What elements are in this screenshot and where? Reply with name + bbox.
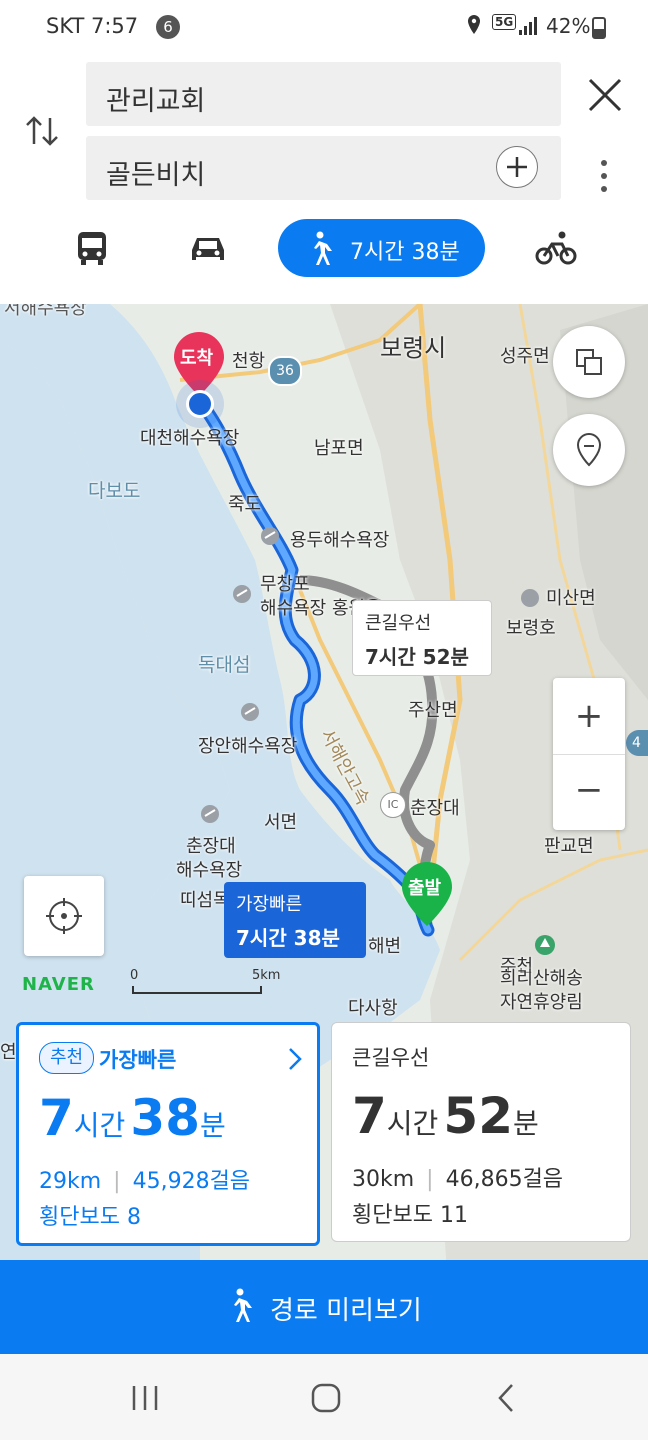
battery-percent: 42% xyxy=(546,14,591,38)
route-preview-label: 경로 미리보기 xyxy=(270,1296,422,1326)
route-duration: 7시간 38분 xyxy=(39,1089,226,1147)
map-label: 춘장대 xyxy=(410,798,460,819)
add-waypoint-button[interactable] xyxy=(496,146,538,188)
origin-text: 관리교회 xyxy=(106,86,206,117)
main-route-label[interactable]: 가장빠른 7시간 38분 xyxy=(224,882,366,958)
map-label: 대천해수욕장 xyxy=(140,428,240,449)
zoom-control: + − xyxy=(553,678,625,830)
close-icon[interactable] xyxy=(584,74,626,116)
map-pin-icon xyxy=(576,432,602,467)
my-location-button[interactable] xyxy=(24,876,104,956)
beach-icon xyxy=(521,589,539,607)
back-icon[interactable] xyxy=(496,1382,518,1414)
route-distance-steps: 30km | 46,865걸음 xyxy=(352,1167,564,1192)
car-mode-tab[interactable] xyxy=(188,230,228,270)
route-number-badge: 4 xyxy=(626,730,648,756)
chevron-right-icon xyxy=(289,1048,302,1070)
location-icon xyxy=(466,14,482,40)
route-card-title: 큰길우선 xyxy=(352,1046,430,1070)
car-icon xyxy=(192,238,224,260)
map-label: 독대섬 xyxy=(198,654,251,676)
crosshair-icon xyxy=(46,898,82,934)
beach-icon xyxy=(201,805,219,823)
current-location-dot xyxy=(186,390,214,418)
map-label: 남포면 xyxy=(314,438,364,459)
zoom-out-button[interactable]: − xyxy=(553,770,625,810)
map-label: 용두해수욕장 xyxy=(290,530,390,551)
signal-icon xyxy=(518,16,540,40)
map-label: 성주면 xyxy=(500,346,550,367)
transit-mode-tab[interactable] xyxy=(74,230,110,270)
route-card-title: 가장빠른 xyxy=(99,1048,177,1072)
map-label: 해변 xyxy=(368,936,402,957)
map-label: 보령시 xyxy=(380,334,447,362)
naver-logo: NAVER xyxy=(22,974,95,995)
destination-text: 골든비치 xyxy=(106,160,206,191)
map-label: 연 xyxy=(0,1042,17,1063)
map-label: 희리산해송 xyxy=(500,968,583,989)
alt-route-label[interactable]: 큰길우선 7시간 52분 xyxy=(352,600,492,676)
walking-person-icon xyxy=(234,1288,252,1322)
map-label: 해수욕장 xyxy=(176,860,243,881)
notification-count-badge: 6 xyxy=(156,15,180,39)
home-icon[interactable] xyxy=(310,1382,342,1414)
map-label: 장안해수욕장 xyxy=(198,736,298,757)
route-preview-button[interactable]: 경로 미리보기 xyxy=(0,1260,648,1354)
status-carrier-time: SKT 7:57 xyxy=(46,14,139,38)
map-label: 다사항 xyxy=(348,998,398,1019)
route-distance-steps: 29km | 45,928걸음 xyxy=(39,1169,251,1194)
recommended-badge: 추천 xyxy=(39,1042,95,1074)
map-label: 다보도 xyxy=(88,480,141,502)
map-label: 천항 xyxy=(232,351,266,372)
route-card-main-road[interactable]: 큰길우선 7시간 52분 30km | 46,865걸음 횡단보도 11 xyxy=(331,1022,631,1242)
beach-icon xyxy=(261,527,279,545)
bike-mode-tab[interactable] xyxy=(534,230,578,270)
recent-apps-icon[interactable] xyxy=(130,1384,160,1412)
bicycle-icon xyxy=(535,231,577,265)
layers-button[interactable] xyxy=(553,326,625,398)
origin-field[interactable]: 관리교회 xyxy=(86,62,561,126)
swap-icon[interactable] xyxy=(22,110,64,152)
map-label: 서면 xyxy=(264,812,298,833)
battery-icon xyxy=(592,17,606,39)
map-label: 자연휴양림 xyxy=(500,992,583,1013)
walk-time-label: 7시간 38분 xyxy=(350,240,460,265)
walk-mode-tab[interactable]: 7시간 38분 xyxy=(278,219,485,277)
park-icon xyxy=(535,935,555,955)
bus-icon xyxy=(78,232,106,265)
arrival-marker[interactable]: 도착 xyxy=(172,330,226,398)
route-crosswalks: 횡단보도 11 xyxy=(352,1203,468,1228)
map-label: 판교면 xyxy=(544,836,594,857)
route-duration: 7시간 52분 xyxy=(352,1087,539,1145)
walking-person-icon xyxy=(314,231,332,265)
departure-marker[interactable]: 출발 xyxy=(400,860,454,928)
beach-icon xyxy=(241,703,259,721)
route-crosswalks: 횡단보도 8 xyxy=(39,1205,141,1230)
destination-field[interactable]: 골든비치 xyxy=(86,136,561,200)
route-card-fastest[interactable]: 추천 가장빠른 7시간 38분 29km | 45,928걸음 횡단보도 8 xyxy=(16,1022,320,1246)
beach-icon xyxy=(233,585,251,603)
map-label: 죽도 xyxy=(228,494,262,515)
status-bar: SKT 7:57 6 5G 42% xyxy=(0,0,648,54)
map-label: 서해수욕장 xyxy=(4,304,87,319)
location-pin-button[interactable] xyxy=(553,414,625,486)
map-label: 춘장대 xyxy=(186,836,236,857)
route-number-badge: 36 xyxy=(268,356,302,386)
map-label: 보령호 xyxy=(506,618,556,639)
network-5g-icon: 5G xyxy=(492,14,517,30)
zoom-in-button[interactable]: + xyxy=(553,696,625,736)
map-label: 미산면 xyxy=(546,588,596,609)
more-options-icon[interactable] xyxy=(596,158,612,196)
map-label: 무창포 xyxy=(260,574,310,595)
map-scale: 0 5km xyxy=(130,968,280,994)
system-nav-bar xyxy=(0,1354,648,1440)
layers-icon xyxy=(576,349,602,375)
map-label: 주산면 xyxy=(408,700,458,721)
ic-badge: IC xyxy=(380,792,406,818)
